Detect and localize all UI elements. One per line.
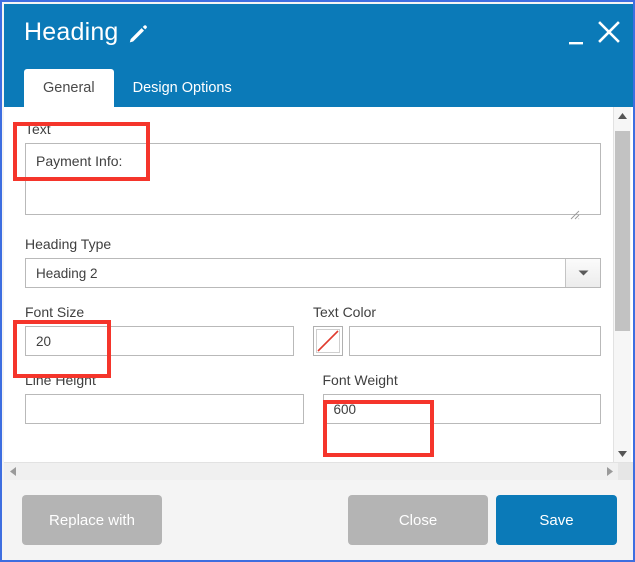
- vertical-scrollbar-thumb[interactable]: [615, 131, 630, 331]
- font-size-input[interactable]: [25, 326, 294, 356]
- replace-with-button[interactable]: Replace with: [22, 495, 162, 545]
- heading-type-label: Heading Type: [25, 236, 112, 252]
- caret-up-icon[interactable]: [614, 107, 631, 124]
- field-font-weight: Font Weight: [322, 372, 601, 424]
- heading-type-value: Heading 2: [36, 265, 98, 281]
- tab-design-options[interactable]: Design Options: [114, 69, 251, 107]
- font-weight-input[interactable]: [322, 394, 601, 424]
- title-bar: Heading General Design Options: [4, 4, 633, 107]
- close-button[interactable]: Close: [348, 495, 488, 545]
- chevron-down-icon[interactable]: [565, 259, 600, 287]
- form-content: Text Heading Type Heading 2: [4, 107, 604, 424]
- text-input[interactable]: [25, 143, 601, 215]
- tab-general[interactable]: General: [24, 69, 114, 107]
- caret-down-icon[interactable]: [614, 445, 631, 462]
- title-row: Heading: [24, 20, 148, 45]
- font-size-label: Font Size: [25, 304, 85, 320]
- text-color-input[interactable]: [349, 326, 601, 356]
- horizontal-scrollbar[interactable]: [4, 462, 633, 480]
- text-color-row: [313, 326, 601, 356]
- text-label: Text: [25, 121, 51, 137]
- row-size-color: Font Size Text Color: [25, 304, 601, 356]
- field-text: Text: [25, 121, 604, 220]
- field-text-color: Text Color: [313, 304, 601, 356]
- vertical-scrollbar[interactable]: [613, 107, 631, 462]
- window-controls: [566, 18, 623, 53]
- heading-type-select[interactable]: Heading 2: [25, 258, 601, 288]
- pencil-icon[interactable]: [128, 21, 148, 44]
- line-height-label: Line Height: [25, 372, 96, 388]
- font-weight-label: Font Weight: [322, 372, 398, 388]
- page-title: Heading: [24, 18, 119, 46]
- caret-right-icon[interactable]: [601, 463, 618, 480]
- field-line-height: Line Height: [25, 372, 304, 424]
- tab-design-options-label: Design Options: [132, 80, 232, 96]
- text-color-label: Text Color: [313, 304, 377, 320]
- color-swatch-button[interactable]: [313, 326, 343, 356]
- row-lineheight-weight: Line Height Font Weight: [25, 372, 601, 424]
- tab-bar: General Design Options: [24, 69, 251, 107]
- minimize-icon[interactable]: [566, 30, 586, 53]
- close-icon[interactable]: [595, 18, 623, 49]
- caret-left-icon[interactable]: [4, 463, 21, 480]
- no-color-icon: [316, 329, 340, 353]
- line-height-input[interactable]: [25, 394, 304, 424]
- save-button[interactable]: Save: [496, 495, 617, 545]
- field-heading-type: Heading Type Heading 2: [25, 236, 604, 288]
- field-font-size: Font Size: [25, 304, 294, 356]
- scrollbar-corner: [618, 463, 633, 480]
- form-scroll-area: Text Heading Type Heading 2: [4, 107, 633, 462]
- footer-bar: Replace with Close Save: [4, 479, 633, 560]
- modal-window: Heading General Design Options Text Paym…: [0, 0, 635, 562]
- tab-general-label: General: [43, 80, 95, 96]
